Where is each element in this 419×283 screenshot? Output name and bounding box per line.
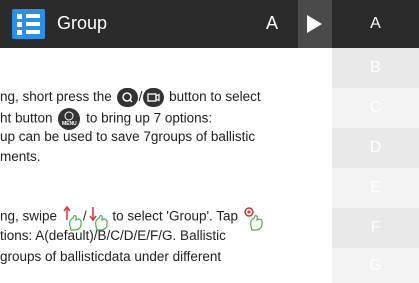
group-list-icon [12, 9, 45, 39]
menu-button-icon: MENU [58, 108, 81, 130]
group-options-list: A B C D E F G [332, 0, 419, 283]
zoom-button-icon [116, 88, 138, 107]
camera-button-icon [143, 88, 165, 107]
instruction-line-4: ments. [0, 149, 41, 164]
option-c[interactable]: C [332, 88, 419, 128]
play-arrow-icon [307, 15, 322, 33]
option-a[interactable]: A [332, 0, 419, 48]
option-d[interactable]: D [332, 128, 419, 168]
instruction-line-1: ng, short press the / button to select [0, 88, 261, 107]
current-group-value: A [266, 13, 279, 33]
instruction-line-2: ht button MENU to bring up 7 options: [0, 108, 212, 130]
swipe-down-hand-icon [87, 206, 109, 231]
instruction-line-6: tions: A(default)/B/C/D/E/F/G. Ballistic [0, 228, 226, 243]
option-e[interactable]: E [332, 168, 419, 208]
header-bar: Group A [0, 0, 332, 48]
instruction-line-5: ng, swipe / to select 'Group'. Tap [0, 205, 264, 231]
option-f[interactable]: F [332, 208, 419, 248]
option-b[interactable]: B [332, 48, 419, 88]
instruction-line-3: up can be used to save 7groups of ballis… [0, 129, 256, 144]
instruction-line-7: groups of ballisticdata under different [0, 249, 222, 264]
tap-hand-icon [242, 206, 264, 231]
option-g[interactable]: G [332, 248, 419, 283]
page-title: Group [57, 13, 108, 33]
swipe-up-hand-icon [61, 205, 83, 231]
expand-options-button[interactable] [298, 0, 332, 48]
